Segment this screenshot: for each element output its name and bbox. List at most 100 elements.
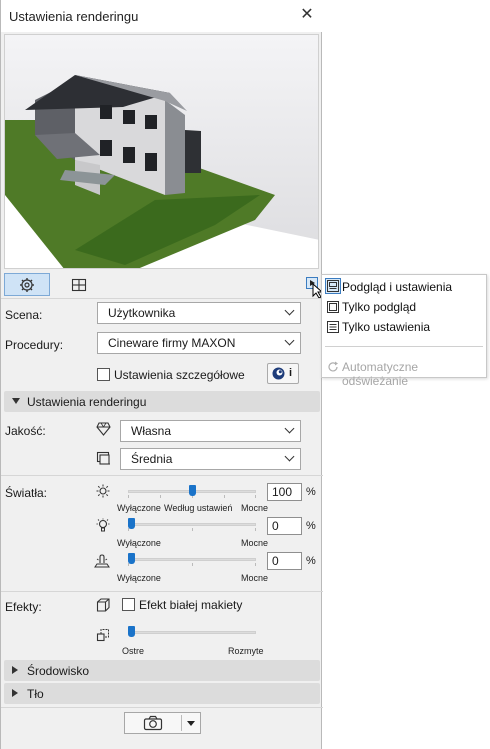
fit-preview-button[interactable]	[56, 273, 102, 296]
scene-label: Scena:	[5, 308, 43, 322]
tick	[224, 495, 225, 498]
lights-value-2: 0	[272, 519, 279, 533]
tick	[255, 528, 256, 531]
lights-slider-1-max: Mocne	[241, 503, 269, 513]
lights-slider-3-thumb[interactable]	[128, 553, 135, 564]
menu-item-preview-only[interactable]: Tylko podgląd	[342, 300, 416, 314]
menu-item-auto-refresh[interactable]: Automatyczne odświeżanie	[342, 360, 486, 388]
lights-slider-2-max: Mocne	[241, 538, 269, 548]
view-mode-menu: Podgląd i ustawienia Tylko podgląd Tylko…	[321, 274, 487, 388]
blur-icon	[96, 629, 109, 642]
percent-unit: %	[306, 555, 316, 567]
tick	[192, 528, 193, 531]
scene-dropdown[interactable]: Użytkownika	[97, 302, 301, 324]
cinema4d-icon	[272, 367, 285, 380]
render-button-group	[124, 712, 201, 734]
render-preview-image	[4, 34, 319, 269]
menu-item-settings-only[interactable]: Tylko ustawienia	[342, 320, 430, 334]
divider	[1, 298, 323, 299]
quality-value: Własna	[131, 424, 172, 438]
settings-only-icon	[327, 321, 339, 333]
scene-value: Użytkownika	[108, 306, 176, 320]
tick	[192, 563, 193, 566]
procedures-value: Cineware firmy MAXON	[108, 336, 236, 350]
tick	[255, 495, 256, 498]
preview-and-settings-icon	[327, 280, 339, 292]
view-toolbar	[1, 271, 324, 299]
background-section-title: Tło	[27, 687, 44, 701]
divider	[1, 591, 323, 592]
lights-value-1-input[interactable]: 100	[267, 483, 302, 501]
procedures-label: Procedury:	[5, 338, 64, 352]
white-model-checkbox[interactable]	[122, 598, 135, 611]
sky-light-icon	[94, 554, 110, 568]
detail-settings-checkbox[interactable]	[97, 368, 110, 381]
divider	[1, 475, 323, 476]
lights-slider-1-min: Wyłączone	[117, 503, 161, 513]
collapse-arrow-icon	[12, 398, 20, 404]
info-icon: i	[289, 367, 293, 379]
blur-slider[interactable]	[128, 631, 256, 634]
tick	[160, 495, 161, 498]
render-settings-section-title: Ustawienia renderingu	[27, 395, 147, 409]
blur-slider-max: Rozmyte	[228, 646, 264, 656]
percent-unit: %	[306, 486, 316, 498]
resolution-icon	[96, 451, 110, 465]
menu-item-preview-and-settings[interactable]: Podgląd i ustawienia	[342, 280, 452, 294]
window-title: Ustawienia renderingu	[9, 9, 139, 24]
resolution-dropdown[interactable]: Średnia	[120, 448, 301, 470]
lights-slider-1-thumb[interactable]	[189, 485, 196, 496]
procedures-dropdown[interactable]: Cineware firmy MAXON	[97, 332, 301, 354]
lights-slider-3-min: Wyłączone	[117, 573, 161, 583]
settings-tab[interactable]	[4, 273, 50, 296]
refresh-icon	[328, 361, 338, 372]
close-icon[interactable]: ✕	[297, 5, 317, 25]
lights-slider-1-mid: Według ustawień	[164, 503, 233, 513]
quality-dropdown[interactable]: Własna	[120, 420, 301, 442]
chevron-down-icon	[284, 335, 295, 346]
render-settings-section-header[interactable]: Ustawienia renderingu	[4, 391, 320, 412]
effects-label: Efekty:	[5, 600, 42, 614]
resolution-value: Średnia	[131, 452, 173, 466]
render-settings-panel: Ustawienia renderingu ✕ Scena: Użytkowni…	[0, 0, 324, 749]
caret-down-icon	[187, 721, 195, 726]
sun-icon	[96, 484, 110, 498]
white-model-label: Efekt białej makiety	[139, 598, 243, 612]
lights-slider-2-thumb[interactable]	[128, 518, 135, 529]
environment-section-header[interactable]: Środowisko	[4, 660, 320, 681]
lights-slider-3-max: Mocne	[241, 573, 269, 583]
render-button[interactable]	[125, 713, 181, 733]
gear-icon	[20, 277, 34, 292]
chevron-down-icon	[284, 423, 295, 434]
lights-slider-3[interactable]	[128, 558, 256, 561]
lights-value-3: 0	[272, 554, 279, 568]
chevron-down-icon	[284, 305, 295, 316]
title-bar: Ustawienia renderingu ✕	[1, 0, 323, 32]
cineware-info-button[interactable]: i	[267, 363, 299, 384]
lights-value-1: 100	[272, 485, 293, 499]
detail-settings-label: Ustawienia szczegółowe	[114, 368, 245, 382]
menu-divider	[325, 346, 483, 347]
quality-label: Jakość:	[5, 424, 46, 438]
lights-slider-2-min: Wyłączone	[117, 538, 161, 548]
frame-icon	[71, 278, 87, 291]
expand-arrow-icon	[12, 666, 18, 674]
lights-value-2-input[interactable]: 0	[267, 517, 302, 535]
percent-unit: %	[306, 520, 316, 532]
environment-section-title: Środowisko	[27, 664, 90, 678]
background-section-header[interactable]: Tło	[4, 683, 320, 704]
expand-arrow-icon	[12, 689, 18, 697]
lights-value-3-input[interactable]: 0	[267, 552, 302, 570]
render-options-dropdown[interactable]	[182, 713, 201, 733]
preview-only-icon	[327, 301, 339, 313]
blur-slider-thumb[interactable]	[128, 626, 135, 637]
diamond-icon	[96, 422, 111, 436]
divider	[1, 707, 323, 708]
lights-slider-2[interactable]	[128, 523, 256, 526]
tick	[128, 495, 129, 498]
blur-slider-min: Ostre	[122, 646, 145, 656]
camera-icon	[143, 715, 163, 731]
lights-label: Światła:	[5, 486, 48, 500]
tick	[255, 563, 256, 566]
cube-icon	[96, 598, 110, 612]
